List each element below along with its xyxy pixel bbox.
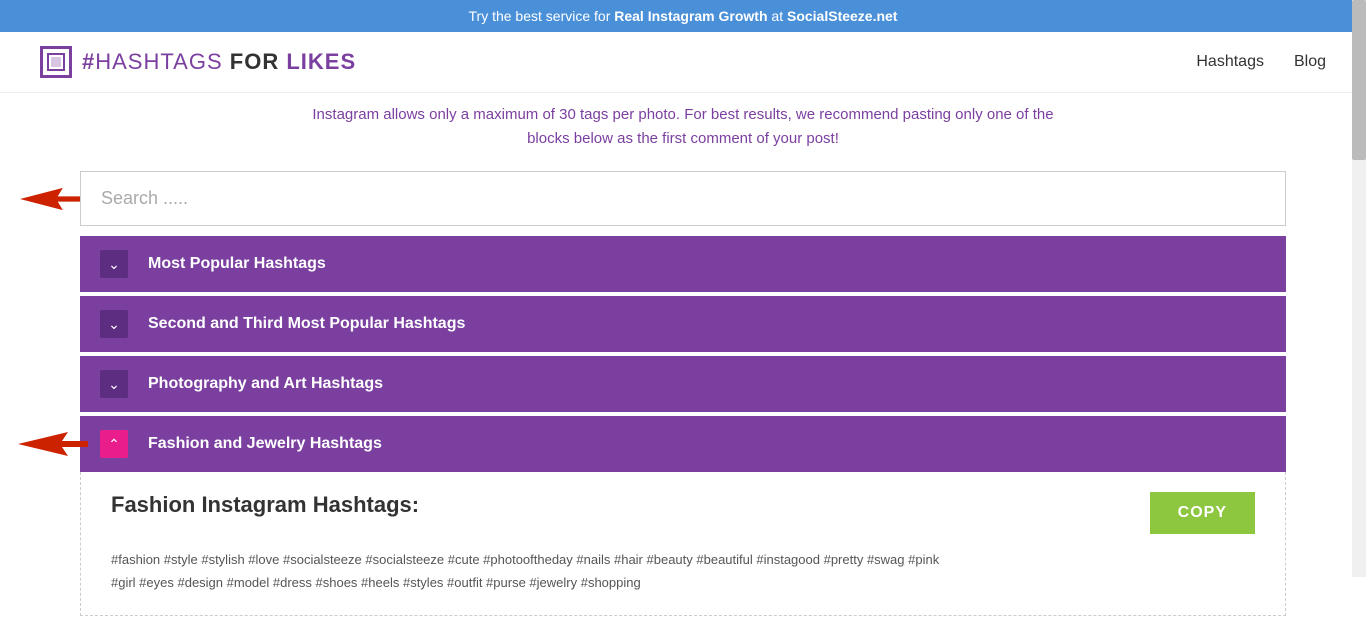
fashion-content: Fashion Instagram Hashtags: COPY #fashio… (80, 472, 1286, 616)
header: #HASHTAGS FOR LIKES Hashtags Blog (0, 32, 1366, 93)
fashion-content-header: Fashion Instagram Hashtags: COPY (111, 492, 1255, 534)
accordion-title-3: Photography and Art Hashtags (148, 375, 383, 393)
chevron-icon-2: ⌄ (108, 317, 120, 331)
scrollbar-thumb[interactable] (1352, 0, 1366, 160)
search-area (0, 171, 1366, 226)
accordion-header-fashion[interactable]: ⌃ Fashion and Jewelry Hashtags (80, 416, 1286, 472)
accordion-item-fashion: ⌃ Fashion and Jewelry Hashtags Fashion I… (80, 416, 1286, 616)
nav-blog[interactable]: Blog (1294, 53, 1326, 71)
hashtags-line2: #girl #eyes #design #model #dress #shoes… (111, 571, 1255, 594)
logo-text: #HASHTAGS FOR LIKES (82, 49, 356, 75)
search-arrow (20, 184, 80, 214)
search-input[interactable] (80, 171, 1286, 226)
accordion: ⌄ Most Popular Hashtags ⌄ Second and Thi… (80, 236, 1286, 616)
accordion-header-most-popular[interactable]: ⌄ Most Popular Hashtags (80, 236, 1286, 292)
main-nav: Hashtags Blog (1196, 53, 1326, 71)
accordion-title-1: Most Popular Hashtags (148, 255, 326, 273)
fashion-arrow (18, 430, 88, 463)
logo-icon (40, 46, 72, 78)
banner-text: Try the best service for Real Instagram … (469, 8, 898, 24)
chevron-box-3: ⌄ (100, 370, 128, 398)
accordion-header-photography[interactable]: ⌄ Photography and Art Hashtags (80, 356, 1286, 412)
hashtags-line1: #fashion #style #stylish #love #socialst… (111, 548, 1255, 571)
scrollbar-track[interactable] (1352, 0, 1366, 577)
nav-hashtags[interactable]: Hashtags (1196, 53, 1264, 71)
accordion-header-second-third[interactable]: ⌄ Second and Third Most Popular Hashtags (80, 296, 1286, 352)
accordion-title-4: Fashion and Jewelry Hashtags (148, 435, 382, 453)
accordion-item-most-popular: ⌄ Most Popular Hashtags (80, 236, 1286, 292)
chevron-box-2: ⌄ (100, 310, 128, 338)
accordion-item-second-third: ⌄ Second and Third Most Popular Hashtags (80, 296, 1286, 352)
accordion-title-2: Second and Third Most Popular Hashtags (148, 315, 465, 333)
top-banner: Try the best service for Real Instagram … (0, 0, 1366, 32)
logo: #HASHTAGS FOR LIKES (40, 46, 356, 78)
accordion-item-photography: ⌄ Photography and Art Hashtags (80, 356, 1286, 412)
chevron-icon-1: ⌄ (108, 257, 120, 271)
info-text: Instagram allows only a maximum of 30 ta… (0, 93, 1366, 171)
chevron-box-4: ⌃ (100, 430, 128, 458)
chevron-box-1: ⌄ (100, 250, 128, 278)
accordion-item-fashion-wrapper: ⌃ Fashion and Jewelry Hashtags Fashion I… (80, 416, 1286, 616)
chevron-icon-3: ⌄ (108, 377, 120, 391)
chevron-icon-4: ⌃ (108, 437, 120, 451)
fashion-title: Fashion Instagram Hashtags: (111, 492, 419, 518)
copy-button[interactable]: COPY (1150, 492, 1255, 534)
